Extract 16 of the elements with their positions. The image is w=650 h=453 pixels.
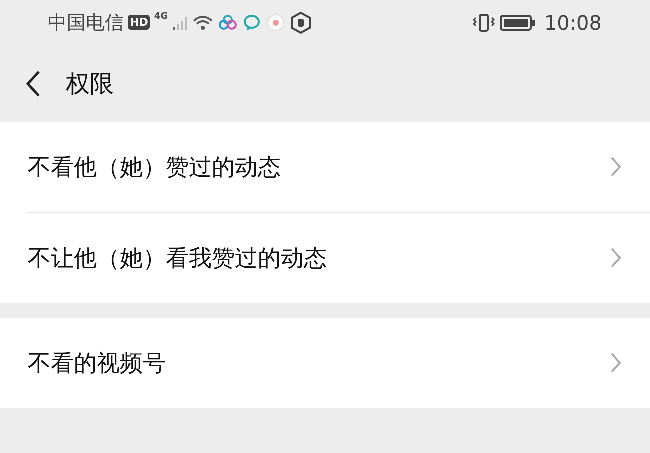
chevron-icon	[610, 247, 622, 269]
network-type: 4G	[154, 12, 168, 22]
signal-icon	[172, 14, 188, 30]
vibrate-icon	[472, 12, 496, 32]
settings-item[interactable]: 不看他（她）赞过的动态	[28, 122, 650, 212]
clock-time: 10:08	[544, 10, 602, 34]
chevron-icon	[610, 156, 622, 178]
chevron-icon	[610, 352, 622, 374]
settings-item[interactable]: 不让他（她）看我赞过的动态	[28, 212, 650, 303]
hd-badge: HD	[128, 15, 150, 30]
settings-item[interactable]: 不看的视频号	[28, 318, 650, 408]
page-title: 权限	[66, 68, 114, 100]
battery-icon	[500, 14, 536, 32]
chat-bubble-icon	[242, 12, 262, 32]
carrier-name: 中国电信	[48, 10, 124, 36]
wifi-icon	[192, 14, 214, 32]
